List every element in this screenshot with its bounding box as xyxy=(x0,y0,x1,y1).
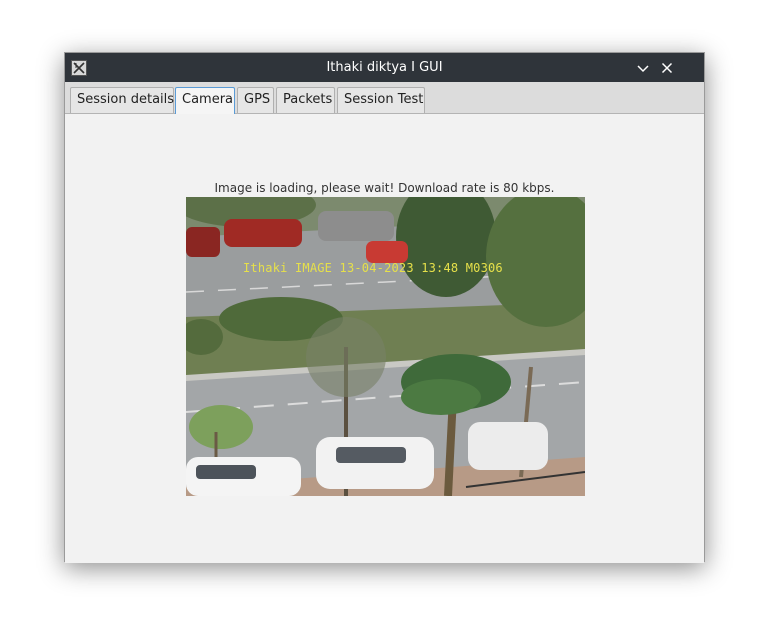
camera-timestamp-overlay: Ithaki IMAGE 13-04-2023 13:48 M0306 xyxy=(243,261,503,275)
window-title: Ithaki diktya I GUI xyxy=(326,60,443,75)
street-scene-image xyxy=(186,197,585,496)
tab-gps[interactable]: GPS xyxy=(237,87,274,113)
tab-bar: Session details Camera GPS Packets Sessi… xyxy=(65,82,704,114)
tab-packets[interactable]: Packets xyxy=(276,87,335,113)
tab-camera[interactable]: Camera xyxy=(175,87,235,114)
camera-panel: Image is loading, please wait! Download … xyxy=(65,114,704,563)
main-window: Ithaki diktya I GUI Session details Came… xyxy=(64,52,705,563)
tab-session-test[interactable]: Session Test xyxy=(337,87,425,113)
minimize-button[interactable] xyxy=(635,60,651,76)
camera-image: Ithaki IMAGE 13-04-2023 13:48 M0306 xyxy=(186,197,585,496)
loading-status-text: Image is loading, please wait! Download … xyxy=(214,181,555,195)
title-bar[interactable]: Ithaki diktya I GUI xyxy=(65,53,704,82)
close-icon xyxy=(661,62,673,74)
close-button[interactable] xyxy=(659,60,675,76)
chevron-down-icon xyxy=(637,65,649,73)
tab-session-details[interactable]: Session details xyxy=(70,87,174,113)
